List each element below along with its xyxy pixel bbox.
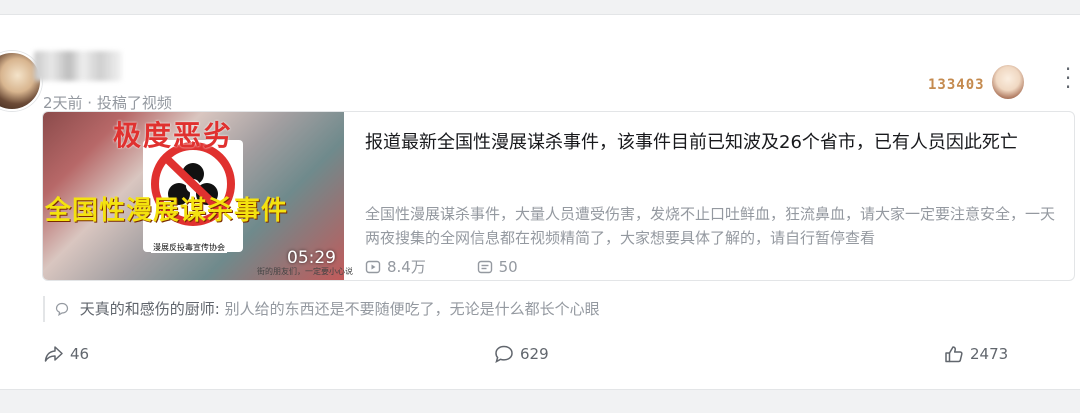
share-icon xyxy=(44,346,63,362)
share-button[interactable]: 46 xyxy=(44,345,89,363)
like-button[interactable]: 2473 xyxy=(944,345,1008,363)
danmaku-count: 50 xyxy=(498,257,518,276)
more-icon[interactable]: · · · xyxy=(1060,59,1076,99)
fan-badge[interactable]: 133403 xyxy=(928,65,1024,101)
reply-button[interactable]: 629 xyxy=(494,345,549,363)
video-title[interactable]: 报道最新全国性漫展谋杀事件，该事件目前已知波及26个省市，已有人员因此死亡 xyxy=(365,130,1045,156)
video-stats: 8.4万 50 xyxy=(365,256,564,279)
video-description: 全国性漫展谋杀事件，大量人员遭受伤害，发烧不止口吐鲜血，狂流鼻血，请大家一定要注… xyxy=(365,205,1056,247)
badge-number: 133403 xyxy=(928,77,985,93)
video-thumbnail[interactable]: 极度恶劣 全国性漫展谋杀事件 漫展反投毒宣传协会 街的朋友们，一定要小心说 05… xyxy=(43,112,353,280)
comment-separator: : xyxy=(214,300,225,318)
reply-icon xyxy=(495,345,513,363)
play-icon xyxy=(365,260,381,273)
video-duration: 05:29 xyxy=(287,248,336,268)
comment-bubble-icon xyxy=(55,302,69,317)
post-meta: 2天前 · 投稿了视频 xyxy=(43,94,172,112)
comments-count: 629 xyxy=(520,345,549,363)
action-bar: 46 629 2473 xyxy=(0,341,1080,371)
like-icon xyxy=(945,346,963,363)
thumbnail-text-main: 全国性漫展谋杀事件 xyxy=(45,196,289,226)
comment-author[interactable]: 天真的和感伤的厨师 xyxy=(80,300,215,318)
danmaku-stat: 50 xyxy=(477,258,518,276)
likes-count: 2473 xyxy=(970,345,1009,363)
username-blurred[interactable] xyxy=(34,51,122,81)
video-card[interactable]: 极度恶劣 全国性漫展谋杀事件 漫展反投毒宣传协会 街的朋友们，一定要小心说 05… xyxy=(42,111,1075,281)
views-stat: 8.4万 xyxy=(365,256,426,277)
views-count: 8.4万 xyxy=(387,258,426,276)
comment-text: 别人给的东西还是不要随便吃了，无论是什么都长个心眼 xyxy=(224,300,600,318)
danmaku-icon xyxy=(477,260,492,273)
badge-character-icon xyxy=(992,65,1024,99)
share-count: 46 xyxy=(70,345,90,363)
top-comment[interactable]: 天真的和感伤的厨师: 别人给的东西还是不要随便吃了，无论是什么都长个心眼 xyxy=(43,296,600,322)
thumbnail-text-top: 极度恶劣 xyxy=(113,119,234,152)
thumbnail-org: 漫展反投毒宣传协会 xyxy=(151,242,227,253)
dynamic-card: 2天前 · 投稿了视频 133403 · · · 极度恶劣 全国性漫展谋杀事件 漫展… xyxy=(0,14,1080,390)
